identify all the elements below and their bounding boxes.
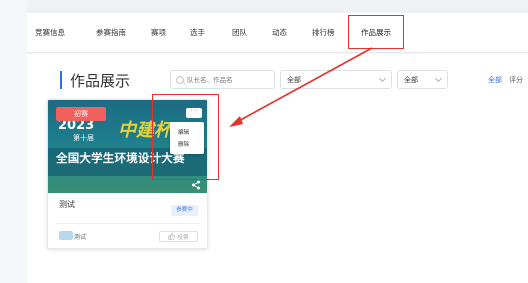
vote-button[interactable]: 投票 (159, 231, 198, 242)
nav-item-players[interactable]: 选手 (190, 27, 205, 38)
menu-item-delete[interactable]: 删除 (178, 140, 189, 148)
card-menu: 编辑 删除 (170, 122, 204, 154)
top-strip (27, 0, 528, 13)
banner-headline: 全国大学生环境设计大赛 (56, 151, 185, 165)
nav-item-works[interactable]: 作品展示 (361, 27, 391, 38)
search-input[interactable] (187, 75, 272, 84)
page-title: 作品展示 (70, 71, 131, 90)
section-title: 作品展示 (60, 70, 130, 90)
work-title: 测试 (59, 200, 75, 209)
sort-all[interactable]: 全部 (488, 75, 502, 85)
more-button[interactable]: ··· (186, 107, 202, 118)
nav-item-competition-info[interactable]: 竞赛信息 (35, 27, 65, 38)
title-accent-bar (60, 71, 62, 89)
vote-label: 投票 (177, 234, 189, 241)
thumbs-up-icon (168, 233, 176, 240)
chevron-down-icon (378, 74, 387, 83)
chevron-down-icon (434, 74, 443, 83)
stage-badge: 初赛 (56, 107, 106, 121)
nav-item-guide[interactable]: 参赛指南 (96, 27, 126, 38)
banner-brand: 中建杯 (118, 120, 172, 141)
sort-score[interactable]: 评分 (509, 75, 523, 85)
search-box[interactable] (170, 70, 275, 89)
card-divider (57, 223, 200, 224)
search-icon (176, 75, 184, 84)
share-icon[interactable] (191, 180, 201, 190)
nav-item-events[interactable]: 赛项 (151, 27, 166, 38)
work-card[interactable]: 2023 第十届 中建杯 全国大学生环境设计大赛 初赛 ··· 编辑 删除 测试… (47, 99, 208, 249)
banner-edition: 第十届 (73, 134, 94, 142)
top-nav: 竞赛信息 参赛指南 赛项 选手 团队 动态 排行榜 作品展示 (27, 13, 528, 53)
filter-select-2[interactable]: 全部 (397, 70, 448, 89)
nav-item-news[interactable]: 动态 (272, 27, 287, 38)
filter-select-2-value: 全部 (404, 75, 418, 84)
nav-item-teams[interactable]: 团队 (232, 27, 247, 38)
team-name: 测试 (74, 234, 87, 241)
nav-item-ranking[interactable]: 排行榜 (312, 27, 335, 38)
filter-select-1[interactable]: 全部 (280, 70, 392, 89)
avatar (59, 231, 73, 240)
menu-item-edit[interactable]: 编辑 (178, 128, 189, 136)
status-badge: 参赛中 (171, 205, 198, 216)
filter-select-1-value: 全部 (287, 75, 301, 84)
